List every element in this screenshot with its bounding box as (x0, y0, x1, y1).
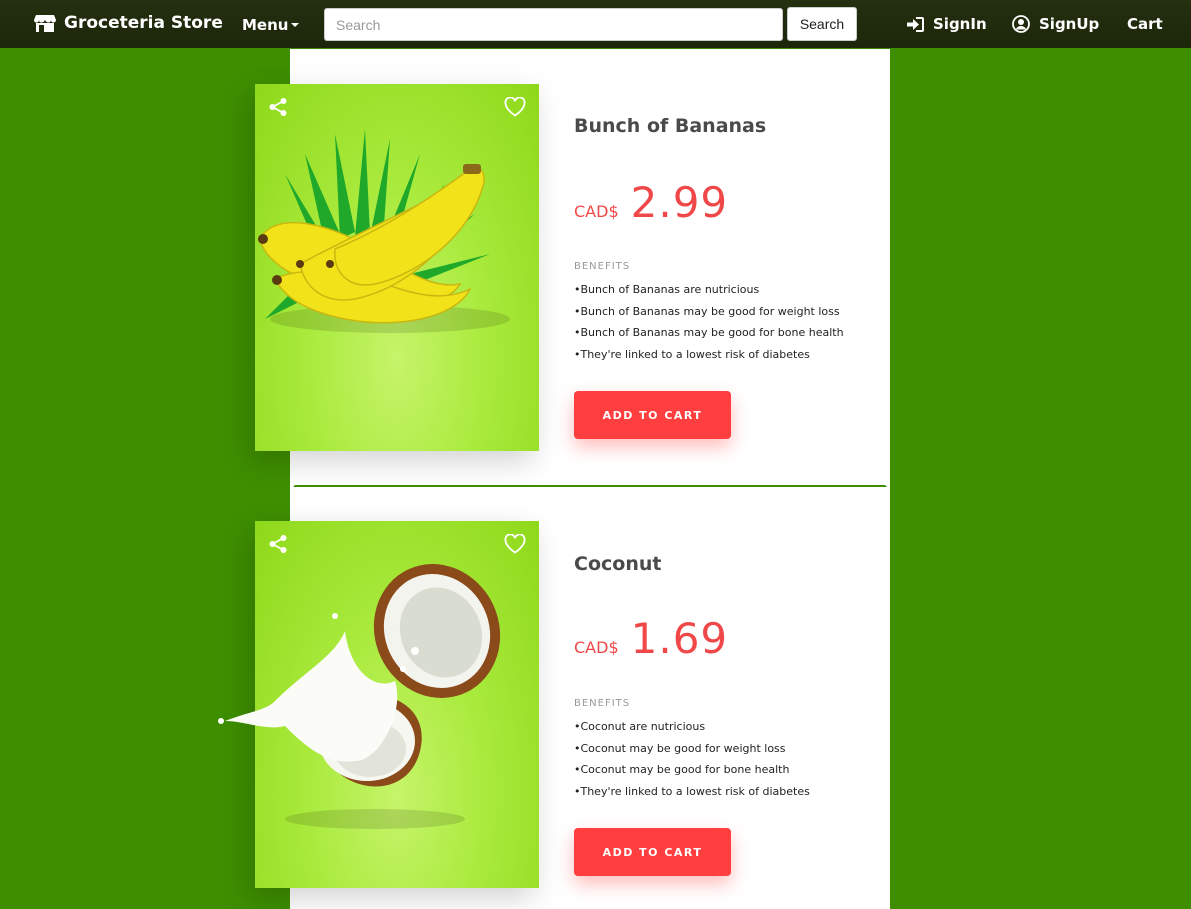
bananas-image (258, 129, 510, 333)
currency-label: CAD$ (574, 202, 619, 221)
price-value: 2.99 (630, 178, 729, 227)
price-row: CAD$ 1.69 (574, 614, 728, 663)
cart-link[interactable]: Cart (1127, 15, 1163, 33)
product-title: Bunch of Bananas (574, 115, 767, 137)
benefits-list: •Bunch of Bananas are nutricious •Bunch … (574, 279, 844, 365)
benefits-label: BENEFITS (574, 698, 631, 709)
add-to-cart-button[interactable]: ADD TO CART (574, 828, 731, 876)
product-image-frame (218, 521, 539, 888)
benefit-item: •Bunch of Bananas may be good for bone h… (574, 326, 844, 339)
sign-in-icon (907, 16, 924, 32)
benefits-label: BENEFITS (574, 261, 631, 272)
product-title: Coconut (574, 553, 662, 575)
benefit-item: •Coconut are nutricious (574, 720, 706, 733)
signup-label: SignUp (1039, 15, 1100, 33)
price-value: 1.69 (630, 614, 729, 663)
currency-label: CAD$ (574, 638, 619, 657)
signin-label: SignIn (933, 15, 987, 33)
signup-link[interactable]: SignUp (1012, 15, 1099, 33)
benefit-item: •They're linked to a lowest risk of diab… (574, 347, 810, 361)
user-circle-icon (1012, 15, 1030, 33)
benefit-item: •Coconut may be good for weight loss (574, 741, 786, 755)
search-button[interactable]: Search (787, 7, 857, 41)
caret-down-icon (291, 23, 300, 27)
benefit-item: •Bunch of Bananas are nutricious (574, 283, 760, 296)
brand-name: Groceteria Store (64, 13, 223, 33)
menu-label: Menu (242, 16, 289, 34)
benefit-item: •Bunch of Bananas may be good for weight… (574, 304, 840, 318)
heart-icon[interactable] (504, 534, 526, 554)
navbar: Groceteria Store Menu Search SignIn Sign… (0, 0, 1191, 48)
brand-link[interactable]: Groceteria Store (34, 13, 223, 33)
menu-dropdown[interactable]: Menu (242, 16, 300, 34)
store-icon (34, 15, 56, 32)
share-icon[interactable] (268, 534, 288, 554)
add-to-cart-button[interactable]: ADD TO CART (574, 391, 731, 439)
product-image-frame (255, 84, 539, 451)
cart-label: Cart (1127, 15, 1163, 33)
benefits-list: •Coconut are nutricious •Coconut may be … (574, 716, 810, 802)
signin-link[interactable]: SignIn (907, 15, 987, 33)
benefit-item: •Coconut may be good for bone health (574, 763, 790, 776)
benefit-item: •They're linked to a lowest risk of diab… (574, 784, 810, 798)
price-row: CAD$ 2.99 (574, 178, 728, 227)
search-input[interactable] (324, 8, 783, 41)
coconut-image (218, 564, 501, 829)
